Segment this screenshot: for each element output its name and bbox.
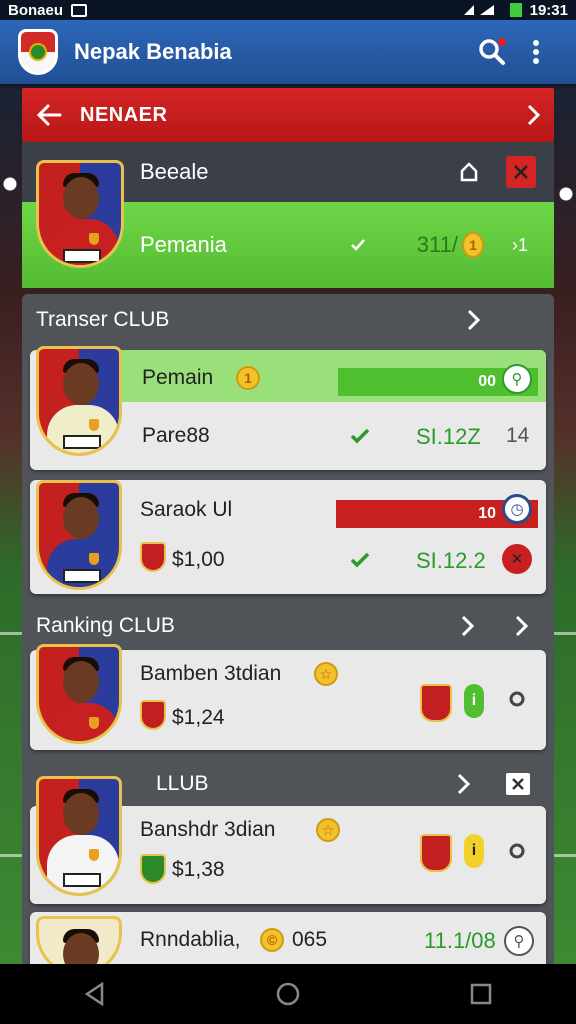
boot-icon[interactable]: ⚲ xyxy=(504,926,534,956)
player-name: Pemain xyxy=(142,366,214,389)
section-title: LLUB xyxy=(156,772,209,795)
boot-icon[interactable]: ⚲ xyxy=(502,364,532,394)
app-title: Nepak Benabia xyxy=(74,39,232,64)
check-icon xyxy=(350,428,370,444)
player-avatar xyxy=(36,776,122,896)
player-subtitle: Pare88 xyxy=(142,424,210,447)
close-box-icon[interactable] xyxy=(506,773,530,795)
player-avatar xyxy=(36,160,124,268)
player-avatar xyxy=(36,480,122,590)
player-price: SI.12Z xyxy=(416,424,481,449)
coin-icon: 1 xyxy=(461,232,484,258)
carrier-label: Bonaeu xyxy=(8,1,64,19)
home-nav-icon[interactable] xyxy=(275,981,301,1007)
player-count: 14 xyxy=(506,424,530,447)
club-crest-icon xyxy=(506,156,536,188)
club-badge-icon xyxy=(140,700,166,730)
player-card[interactable]: Rnndablia, © 065 11.1/08 ⚲ xyxy=(30,912,546,976)
featured-player-card[interactable]: Beeale Pemania 311/ 1 ›1 xyxy=(22,142,554,288)
medal-icon: ☆ xyxy=(314,662,338,686)
player-name: Bamben 3tdian xyxy=(140,662,282,685)
section-title: Transer CLUB xyxy=(36,308,170,331)
chevron-right-icon[interactable] xyxy=(460,615,474,637)
transfer-icon[interactable]: ✕ xyxy=(502,544,532,574)
medal-icon: ☆ xyxy=(316,818,340,842)
recents-nav-icon[interactable] xyxy=(470,983,492,1005)
player-number: 065 xyxy=(292,928,328,951)
notification-icon xyxy=(71,3,88,17)
chevron-right-icon[interactable] xyxy=(466,309,480,331)
club-crest-icon xyxy=(420,834,452,872)
club-crest-icon xyxy=(420,684,452,722)
battery-icon xyxy=(509,3,522,17)
player-avatar xyxy=(36,346,122,456)
app-bar: Nepak Benabia xyxy=(0,20,576,84)
coin-icon: © xyxy=(260,928,284,952)
clock-icon[interactable]: ◷ xyxy=(502,494,532,524)
notification-icon[interactable] xyxy=(508,842,526,860)
nav-header[interactable]: NENAER xyxy=(22,88,554,142)
chevron-right-icon[interactable] xyxy=(456,773,470,795)
more-options-button[interactable] xyxy=(514,30,558,74)
header-label: NENAER xyxy=(80,103,168,126)
featured-value: 311/ xyxy=(416,232,458,257)
notification-icon[interactable] xyxy=(508,690,526,708)
featured-player-name: Beeale xyxy=(140,159,209,184)
check-icon xyxy=(350,552,370,568)
status-pill: i xyxy=(464,684,484,718)
player-avatar xyxy=(36,644,122,744)
featured-extra: ›1 xyxy=(511,234,528,255)
player-name: Banshdr 3dian xyxy=(140,818,276,841)
player-card[interactable]: 00 ⚲ Pemain 1 Pare88 SI.12Z 14 xyxy=(30,346,546,470)
featured-player-status: Pemania xyxy=(140,232,227,257)
check-icon xyxy=(350,239,365,251)
chevron-right-icon[interactable] xyxy=(514,615,528,637)
home-icon[interactable] xyxy=(460,162,478,182)
player-money: $1,24 xyxy=(172,706,225,729)
status-bar: Bonaeu 19:31 xyxy=(0,0,576,20)
player-name: Rnndablia, xyxy=(140,928,241,951)
app-logo xyxy=(18,29,58,75)
back-nav-icon[interactable] xyxy=(84,982,106,1006)
status-pill: i xyxy=(464,834,484,868)
player-card[interactable]: Banshdr 3dian ☆ $1,38 i xyxy=(30,776,546,904)
signal-icon xyxy=(463,5,494,15)
notification-dot xyxy=(498,38,506,46)
club-badge-icon xyxy=(140,542,166,572)
player-price: 11.1/08 xyxy=(424,928,496,953)
coin-icon: 1 xyxy=(236,366,260,390)
player-card[interactable]: 10 ◷ Saraok Ul $1,00 SI.12.2 ✕ xyxy=(30,480,546,594)
clock: 19:31 xyxy=(529,1,568,19)
section-title: Ranking CLUB xyxy=(36,614,175,637)
player-money: $1,00 xyxy=(172,548,225,571)
player-card[interactable]: Bamben 3tdian ☆ $1,24 i xyxy=(30,644,546,750)
chevron-right-icon[interactable] xyxy=(526,104,540,126)
player-price: SI.12.2 xyxy=(416,548,486,573)
back-arrow-icon[interactable] xyxy=(36,104,62,126)
club-badge-icon xyxy=(140,854,166,884)
player-name: Saraok Ul xyxy=(140,498,233,521)
more-vert-icon xyxy=(533,40,539,64)
search-button[interactable] xyxy=(470,30,514,74)
system-nav-bar xyxy=(0,964,576,1024)
player-money: $1,38 xyxy=(172,858,225,881)
